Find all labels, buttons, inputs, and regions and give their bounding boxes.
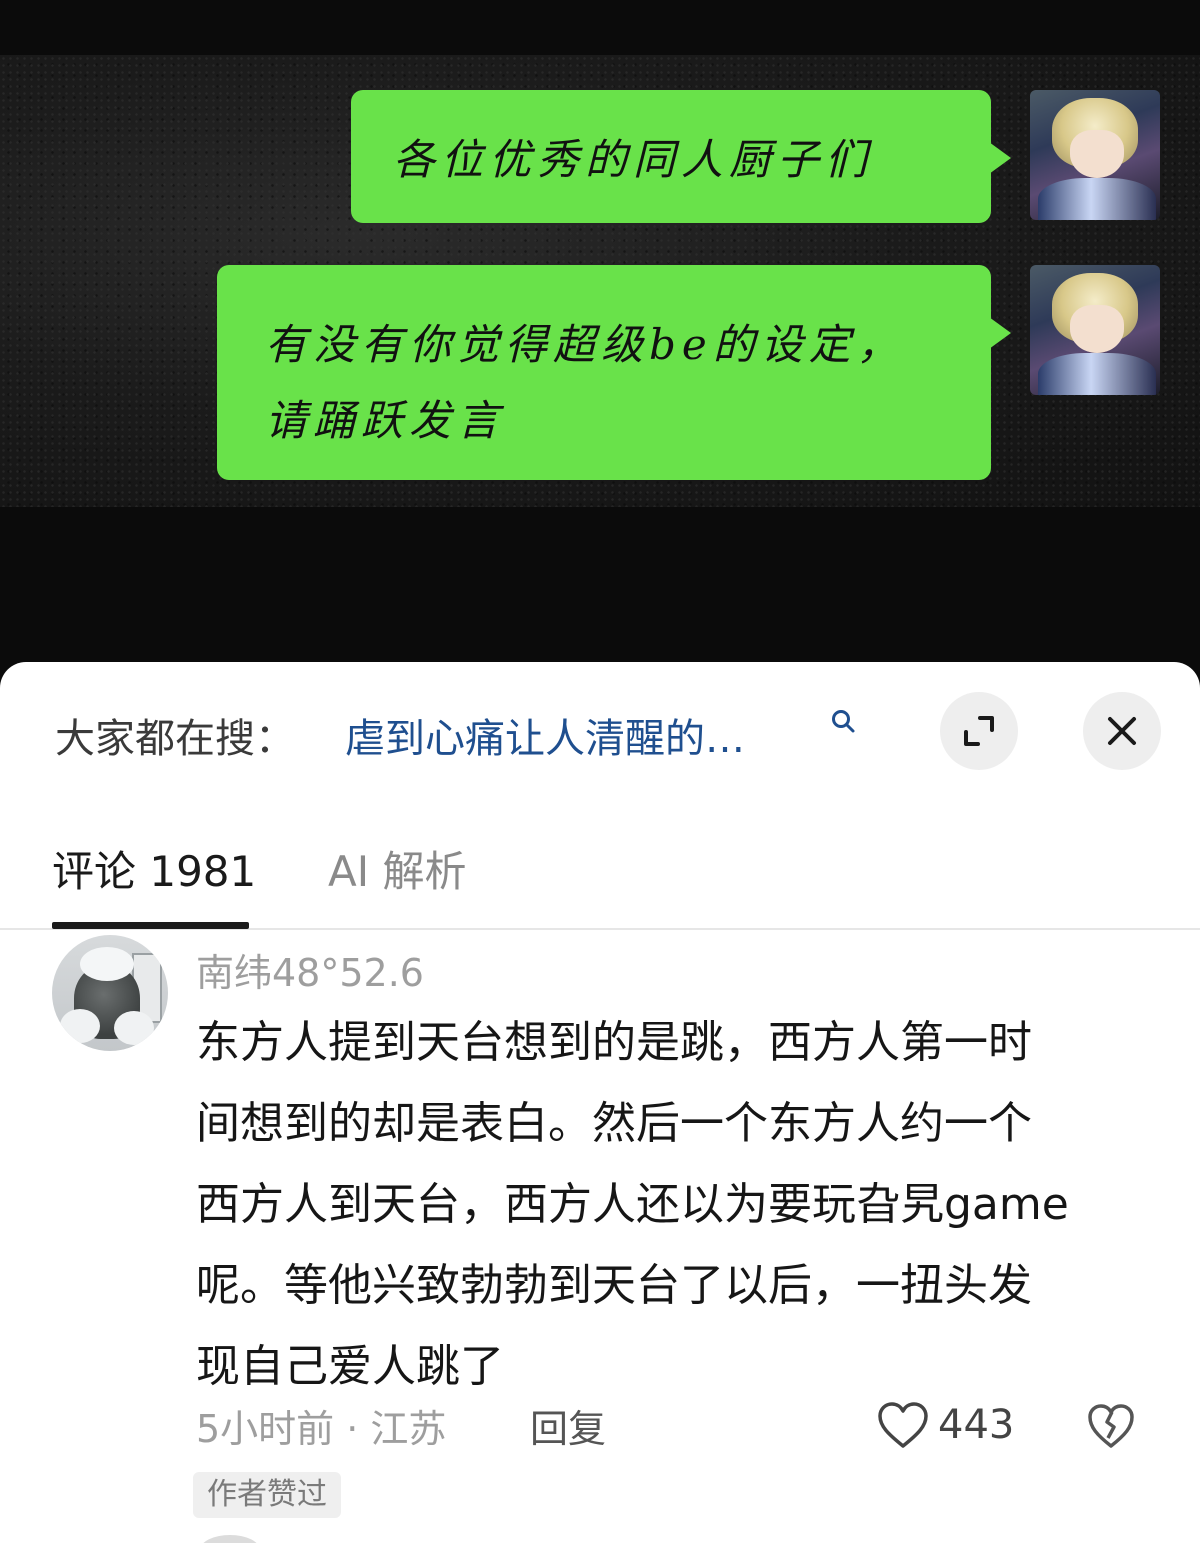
expand-button[interactable] [940, 692, 1018, 770]
search-suggestion-row: 大家都在搜： 虐到心痛让人清醒的… [0, 662, 1200, 802]
comment-text: 东方人提到天台想到的是跳，西方人第一时 间想到的却是表白。然后一个东方人约一个 … [196, 1002, 1156, 1407]
chat-avatar [1030, 265, 1160, 395]
video-area[interactable]: 各位优秀的同人厨子们 有没有你觉得超级be的设定， 请踊跃发言 [0, 0, 1200, 690]
comment-sheet: 大家都在搜： 虐到心痛让人清醒的… 评论 1981 AI 解析 南纬48°52.… [0, 662, 1200, 1543]
like-count: 443 [938, 1402, 1015, 1448]
close-button[interactable] [1083, 692, 1161, 770]
close-icon [1108, 717, 1136, 745]
active-tab-indicator [52, 922, 249, 929]
chat-bubble-text-line: 请踊跃发言 [265, 396, 506, 445]
chat-bubble-2: 有没有你觉得超级be的设定， 请踊跃发言 [217, 265, 1011, 480]
chat-avatar [1030, 90, 1160, 220]
broken-heart-icon[interactable] [1086, 1402, 1136, 1450]
comment-text-line: 现自己爱人跳了 [196, 1341, 504, 1392]
expand-icon [964, 716, 994, 746]
chat-bubble-text-line: 有没有你觉得超级be的设定， [265, 320, 905, 369]
chat-bubble-text: 各位优秀的同人厨子们 [393, 135, 874, 184]
author-liked-badge: 作者赞过 [193, 1472, 341, 1518]
comment-text-line: 西方人到天台，西方人还以为要玩旮旯game [196, 1179, 1069, 1230]
tab-ai-analysis[interactable]: AI 解析 [328, 838, 466, 899]
search-suggestion-link[interactable]: 虐到心痛让人清醒的… [345, 706, 745, 764]
reply-button[interactable]: 回复 [530, 1398, 606, 1453]
tab-bar: 评论 1981 AI 解析 [0, 802, 1200, 930]
tab-comments[interactable]: 评论 1981 [52, 838, 256, 899]
comment-text-line: 东方人提到天台想到的是跳，西方人第一时 [196, 1017, 1032, 1068]
comment-username[interactable]: 南纬48°52.6 [196, 942, 424, 997]
search-icon[interactable] [830, 708, 856, 734]
comment-text-line: 呢。等他兴致勃勃到天台了以后，一扭头发 [196, 1260, 1032, 1311]
like-button[interactable]: 443 [876, 1400, 1014, 1450]
search-prefix-label: 大家都在搜： [55, 716, 295, 762]
comment-item: 南纬48°52.6 东方人提到天台想到的是跳，西方人第一时 间想到的却是表白。然… [0, 930, 1200, 1543]
chat-bubble-1: 各位优秀的同人厨子们 [351, 90, 1011, 223]
comment-meta: 5小时前 · 江苏 [196, 1407, 447, 1451]
next-comment-avatar [200, 1535, 260, 1543]
video-frame: 各位优秀的同人厨子们 有没有你觉得超级be的设定， 请踊跃发言 [0, 55, 1200, 507]
avatar[interactable] [52, 935, 168, 1051]
comment-text-line: 间想到的却是表白。然后一个东方人约一个 [196, 1098, 1032, 1149]
heart-icon [878, 1402, 928, 1448]
